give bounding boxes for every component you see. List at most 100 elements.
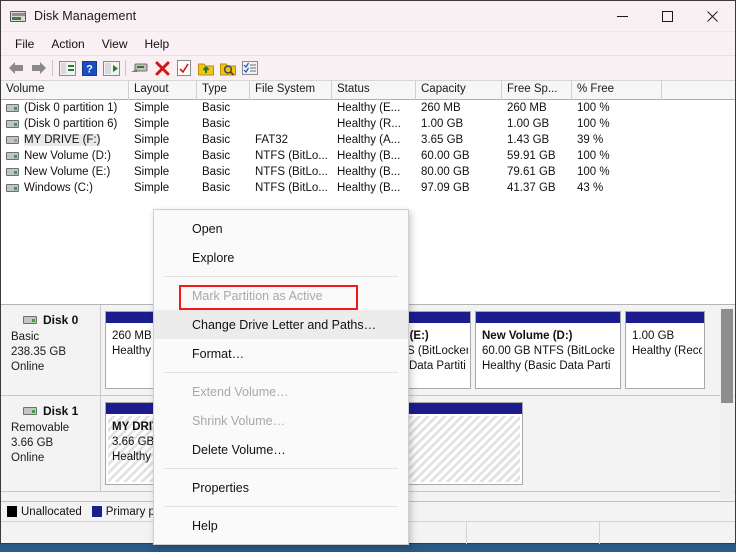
menu-help[interactable]: Help <box>137 34 178 54</box>
partition-block[interactable]: 1.00 GB Healthy (Recov <box>625 311 705 389</box>
toolbar-separator <box>125 60 126 76</box>
volume-icon <box>6 184 19 192</box>
context-menu-item-delete-volume[interactable]: Delete Volume… <box>154 435 408 464</box>
partition-capacity-bar <box>626 312 704 323</box>
column-header--free[interactable]: % Free <box>572 81 662 100</box>
forward-arrow-icon[interactable] <box>27 58 49 79</box>
context-menu-item-properties[interactable]: Properties <box>154 473 408 502</box>
cell-volume: (Disk 0 partition 6) <box>1 118 129 130</box>
disk-meta-line: Online <box>11 361 45 373</box>
menu-action[interactable]: Action <box>43 34 92 54</box>
table-row[interactable]: (Disk 0 partition 6) Simple Basic Healthy (… <box>1 116 735 132</box>
volume-list-rows: (Disk 0 partition 1) Simple Basic Healthy (… <box>1 100 735 196</box>
minimize-button[interactable] <box>600 1 645 32</box>
cell-file-system: NTFS (BitLo... <box>255 166 328 178</box>
detail-view-icon[interactable] <box>239 58 261 79</box>
context-menu-item-open[interactable]: Open <box>154 214 408 243</box>
column-header-volume[interactable]: Volume <box>1 81 129 100</box>
back-arrow-icon[interactable] <box>5 58 27 79</box>
volume-label: (Disk 0 partition 6) <box>24 118 118 130</box>
column-header-layout[interactable]: Layout <box>129 81 197 100</box>
close-button[interactable] <box>690 1 735 32</box>
context-menu[interactable]: Open Explore Mark Partition as Active Chang… <box>153 209 409 545</box>
table-row[interactable]: MY DRIVE (F:) Simple Basic FAT32 Healthy (A.… <box>1 132 735 148</box>
cell-volume: MY DRIVE (F:) <box>1 134 129 146</box>
rescan-disks-icon[interactable] <box>217 58 239 79</box>
partition-body: 1.00 GB Healthy (Recov <box>626 323 704 388</box>
properties-icon[interactable] <box>129 58 151 79</box>
svg-text:?: ? <box>86 63 93 75</box>
partition-body: New Volume (D:) 60.00 GB NTFS (BitLocke He… <box>476 323 620 388</box>
table-row[interactable]: New Volume (D:) Simple Basic NTFS (BitLo...… <box>1 148 735 164</box>
cell-free-space: 260 MB <box>507 102 547 114</box>
legend-swatch <box>91 506 102 517</box>
menu-file[interactable]: File <box>7 34 42 54</box>
context-menu-item-change-drive-letter-and-paths[interactable]: Change Drive Letter and Paths… <box>154 310 408 339</box>
partition-title: e (E:) <box>400 330 429 342</box>
cell-status: Healthy (B... <box>337 182 401 194</box>
cell-capacity: 80.00 GB <box>421 166 470 178</box>
cell-percent-free: 100 % <box>577 150 610 162</box>
title-bar: Disk Management <box>1 1 735 32</box>
context-menu-item-mark-partition-as-active: Mark Partition as Active <box>192 288 323 303</box>
cell-status: Healthy (A... <box>337 134 401 146</box>
volume-label: New Volume (D:) <box>24 150 111 162</box>
volume-label: Windows (C:) <box>24 182 94 194</box>
context-menu-item-help[interactable]: Help <box>154 511 408 540</box>
cell-capacity: 97.09 GB <box>421 182 470 194</box>
disk-info-panel[interactable]: Disk 0 Basic 238.35 GB Online <box>1 305 101 395</box>
cell-capacity: 60.00 GB <box>421 150 470 162</box>
context-menu-item-format[interactable]: Format… <box>154 339 408 368</box>
show-hide-action-pane-icon[interactable] <box>100 58 122 79</box>
cell-volume: New Volume (D:) <box>1 150 129 162</box>
help-icon[interactable]: ? <box>78 58 100 79</box>
column-header-file-system[interactable]: File System <box>250 81 332 100</box>
cell-layout: Simple <box>134 182 170 194</box>
delete-icon[interactable] <box>151 58 173 79</box>
menu-view[interactable]: View <box>94 34 136 54</box>
cell-free-space: 1.43 GB <box>507 134 550 146</box>
disk-info-panel[interactable]: Disk 1 Removable 3.66 GB Online <box>1 396 101 491</box>
partition-detail: c Data Partiti <box>400 360 466 372</box>
cell-type: Basic <box>202 182 231 194</box>
disk-management-window: Disk Management File Action View Help ? … <box>0 0 736 545</box>
context-menu-items: Open Explore Mark Partition as Active Chang… <box>154 214 408 540</box>
cell-free-space: 79.61 GB <box>507 166 556 178</box>
column-header-type[interactable]: Type <box>197 81 250 100</box>
context-menu-item-explore[interactable]: Explore <box>154 243 408 272</box>
export-list-icon[interactable] <box>195 58 217 79</box>
disk-meta-line: 3.66 GB <box>11 437 54 449</box>
partition-detail: 60.00 GB NTFS (BitLocke <box>482 345 615 357</box>
column-header-capacity[interactable]: Capacity <box>416 81 502 100</box>
context-menu-separator <box>164 276 398 277</box>
cell-volume: (Disk 0 partition 1) <box>1 102 129 114</box>
cell-percent-free: 100 % <box>577 166 610 178</box>
table-row[interactable]: (Disk 0 partition 1) Simple Basic Healthy (… <box>1 100 735 116</box>
cell-file-system: NTFS (BitLo... <box>255 182 328 194</box>
toolbar-separator <box>52 60 53 76</box>
column-header-blank[interactable] <box>662 81 734 100</box>
context-menu-separator <box>164 372 398 373</box>
disk-meta-line: Removable <box>11 422 70 434</box>
cell-file-system: FAT32 <box>255 134 289 146</box>
cell-type: Basic <box>202 118 231 130</box>
partition-detail: Healthy (Basic Data Parti <box>482 360 611 372</box>
volume-label: MY DRIVE (F:) <box>24 134 101 146</box>
cell-volume: New Volume (E:) <box>1 166 129 178</box>
disk-name: Disk 0 <box>43 313 79 327</box>
graph-scrollbar-thumb[interactable] <box>721 309 733 403</box>
show-hide-console-tree-icon[interactable] <box>56 58 78 79</box>
cell-layout: Simple <box>134 118 170 130</box>
menu-bar: File Action View Help <box>1 32 735 56</box>
table-row[interactable]: Windows (C:) Simple Basic NTFS (BitLo... Hea… <box>1 180 735 196</box>
cell-status: Healthy (B... <box>337 166 401 178</box>
partition-block[interactable]: New Volume (D:) 60.00 GB NTFS (BitLocke He… <box>475 311 621 389</box>
column-header-status[interactable]: Status <box>332 81 416 100</box>
column-header-free-sp[interactable]: Free Sp... <box>502 81 572 100</box>
check-disk-icon[interactable] <box>173 58 195 79</box>
maximize-button[interactable] <box>645 1 690 32</box>
table-row[interactable]: New Volume (E:) Simple Basic NTFS (BitLo...… <box>1 164 735 180</box>
cell-layout: Simple <box>134 166 170 178</box>
graph-vertical-scrollbar[interactable] <box>720 307 734 499</box>
volume-label: (Disk 0 partition 1) <box>24 102 118 114</box>
